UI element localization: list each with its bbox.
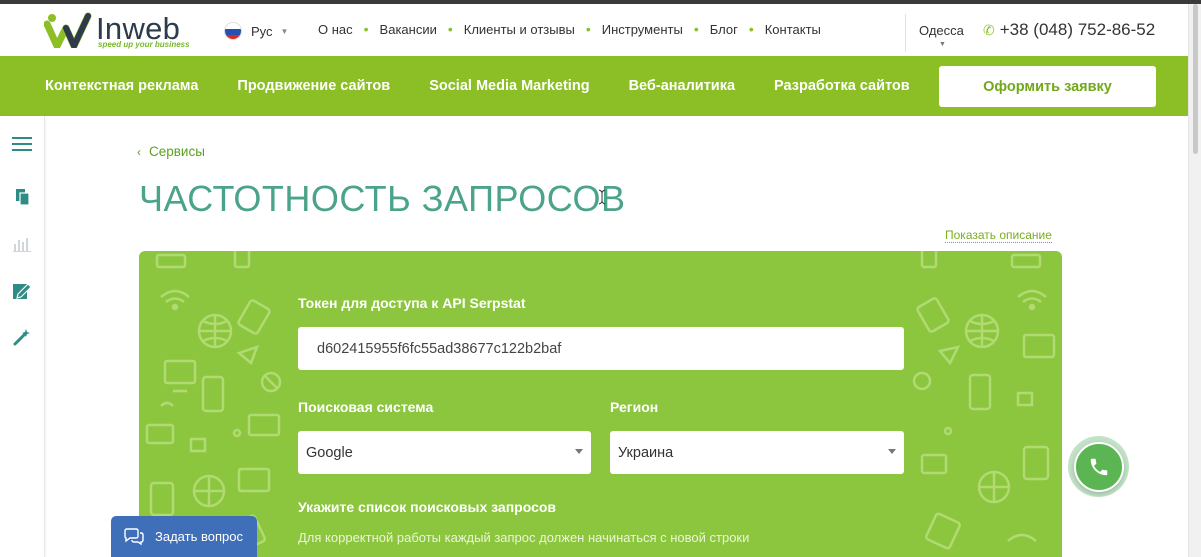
show-description-link[interactable]: Показать описание — [945, 228, 1052, 243]
phone-icon — [1073, 441, 1124, 492]
chat-bubble-icon — [124, 527, 144, 545]
header-divider — [905, 14, 906, 52]
breadcrumb-link-services[interactable]: Сервисы — [149, 144, 205, 159]
main-nav-item-smm[interactable]: Social Media Marketing — [429, 78, 589, 94]
main-nav-bar: Контекстная реклама Продвижение сайтов S… — [0, 56, 1188, 116]
decorative-pattern — [912, 251, 1056, 550]
copy-icon[interactable] — [10, 185, 34, 209]
top-nav: О нас • Вакансии • Клиенты и отзывы • Ин… — [318, 22, 821, 37]
ask-question-button[interactable]: Задать вопрос — [111, 516, 257, 557]
chevron-down-icon: ▼ — [280, 26, 289, 36]
search-engine-value: Google — [306, 444, 353, 461]
magic-wand-icon[interactable] — [10, 325, 34, 349]
callback-button[interactable] — [1068, 436, 1129, 497]
breadcrumb[interactable]: ‹ Сервисы — [137, 144, 205, 159]
logo[interactable]: Inweb speed up your business — [44, 11, 204, 52]
logo-mark-icon — [44, 12, 92, 48]
top-nav-item-vacancies[interactable]: Вакансии — [380, 22, 437, 37]
top-nav-item-blog[interactable]: Блог — [710, 22, 738, 37]
region-label: Регион — [610, 399, 659, 415]
order-button[interactable]: Оформить заявку — [939, 66, 1156, 107]
region-value: Украина — [618, 444, 674, 461]
nav-separator-dot: • — [363, 21, 369, 37]
scrollbar-thumb[interactable] — [1193, 4, 1198, 154]
token-input[interactable]: d602415955f6fc55ad38677c122b2baf — [298, 327, 904, 370]
queries-label: Укажите список поисковых запросов — [298, 499, 557, 515]
chevron-down-icon — [575, 449, 583, 454]
edit-icon[interactable] — [10, 279, 34, 303]
search-engine-select[interactable]: Google — [298, 431, 591, 474]
chevron-down-icon — [888, 449, 896, 454]
main-nav: Контекстная реклама Продвижение сайтов S… — [45, 78, 949, 94]
site-header: Inweb speed up your business Рус ▼ О нас… — [0, 4, 1188, 56]
main-nav-item-analytics[interactable]: Веб-аналитика — [629, 78, 735, 94]
main-nav-item-seo[interactable]: Продвижение сайтов — [237, 78, 390, 94]
top-nav-item-clients[interactable]: Клиенты и отзывы — [464, 22, 575, 37]
tools-sidebar — [0, 116, 45, 557]
language-label: Рус — [251, 23, 273, 39]
serpstat-form-panel: Токен для доступа к API Serpstat d602415… — [139, 251, 1062, 557]
page-scrollbar[interactable] — [1188, 4, 1201, 557]
top-nav-item-tools[interactable]: Инструменты — [602, 22, 683, 37]
city-selector[interactable]: Одесса — [919, 23, 964, 38]
page-title: ЧАСТОТНОСТЬ ЗАПРОСОВ — [139, 178, 626, 219]
phone-number: +38 (048) 752-86-52 — [999, 20, 1156, 39]
language-selector[interactable]: Рус ▼ — [224, 21, 288, 41]
phone-icon: ✆ — [983, 21, 995, 38]
region-select[interactable]: Украина — [610, 431, 904, 474]
menu-icon[interactable] — [10, 132, 34, 156]
top-nav-item-contacts[interactable]: Контакты — [765, 22, 821, 37]
main-nav-item-ppc[interactable]: Контекстная реклама — [45, 78, 198, 94]
logo-tagline: speed up your business — [98, 40, 190, 49]
token-label: Токен для доступа к API Serpstat — [298, 295, 526, 311]
text-cursor-icon — [598, 189, 606, 205]
nav-separator-dot: • — [447, 21, 453, 37]
nav-separator-dot: • — [585, 21, 591, 37]
decorative-pattern — [145, 251, 282, 552]
queries-hint: Для корректной работы каждый запрос долж… — [298, 530, 750, 545]
search-engine-label: Поисковая система — [298, 399, 434, 415]
nav-separator-dot: • — [693, 21, 699, 37]
main-nav-item-development[interactable]: Разработка сайтов — [774, 78, 910, 94]
ask-question-label: Задать вопрос — [155, 529, 243, 544]
chevron-down-icon: ▼ — [939, 41, 946, 48]
nav-separator-dot: • — [748, 21, 754, 37]
chevron-left-icon: ‹ — [137, 144, 141, 159]
russia-flag-icon — [224, 22, 242, 40]
top-nav-item-about[interactable]: О нас — [318, 22, 353, 37]
chart-icon[interactable] — [10, 232, 34, 256]
phone-link[interactable]: ✆ +38 (048) 752-86-52 — [983, 20, 1155, 40]
